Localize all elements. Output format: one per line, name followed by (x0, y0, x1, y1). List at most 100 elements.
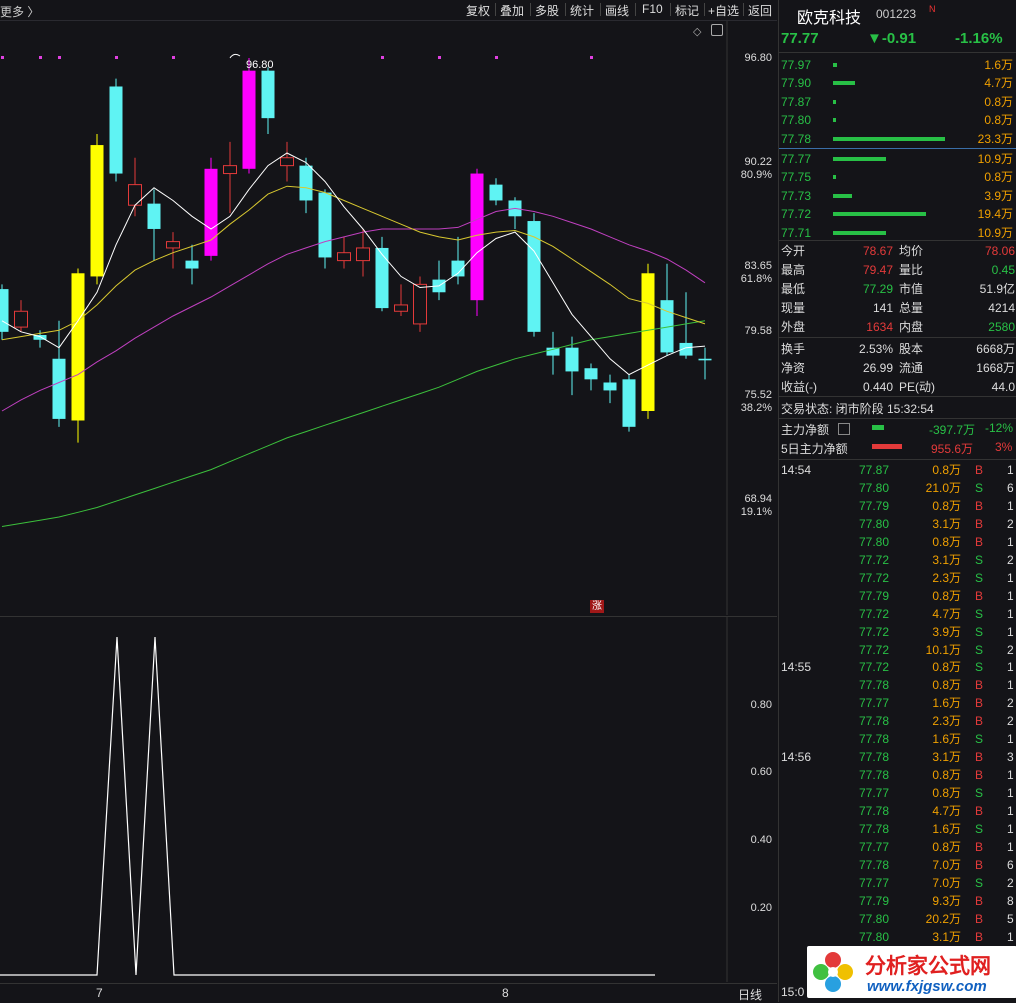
net5-value: 955.6万 (931, 442, 974, 456)
stat-label: 最高 (781, 263, 806, 277)
tick-volume: 1.6万 (932, 696, 961, 711)
bid-level[interactable]: 77.77 10.9万 (779, 150, 1016, 168)
stat-label: 收益(-) (781, 380, 817, 394)
ask-level[interactable]: 77.97 1.6万 (779, 56, 1016, 74)
candle (603, 382, 617, 391)
tick-count: 5 (1007, 911, 1014, 926)
toolbar-button-back[interactable]: 返回 (746, 2, 774, 19)
diamond-icon[interactable]: ◇ (693, 25, 701, 38)
tick-volume: 2.3万 (932, 714, 961, 729)
tick-price: 77.80 (859, 911, 890, 926)
tick-volume: 2.3万 (932, 570, 961, 585)
tick-volume: 3.1万 (932, 750, 961, 765)
tick-price: 77.77 (859, 875, 890, 890)
bid-volume-bar (833, 157, 886, 161)
divider (779, 240, 1016, 241)
toolbar-button-stats[interactable]: 统计 (568, 2, 596, 19)
tick-time: 14:54 (781, 463, 812, 477)
ask-level[interactable]: 77.78 23.3万 (779, 130, 1016, 148)
panel-toggle-icon[interactable] (711, 24, 723, 36)
tick-side: B (975, 911, 984, 926)
candlestick-chart[interactable] (0, 21, 777, 615)
ask-price: 77.87 (781, 94, 812, 109)
candle (185, 260, 199, 269)
price-label: 75.52 (744, 389, 772, 401)
bid-level[interactable]: 77.71 10.9万 (779, 224, 1016, 242)
info-icon[interactable] (838, 423, 850, 435)
period-selector[interactable]: 日线 (738, 986, 762, 1003)
stat-value: 78.67 (862, 244, 893, 258)
ask-price: 77.78 (781, 131, 812, 146)
stat-value: 1634 (866, 320, 893, 334)
tick-time: 14:55 (781, 660, 812, 675)
ma-green-line (1, 320, 706, 527)
tick-side: S (975, 822, 984, 836)
candle (52, 358, 66, 419)
stat-value: 0.440 (862, 380, 893, 394)
bid-ask-divider (779, 148, 1016, 149)
indicator-axis-label: 0.20 (750, 902, 772, 914)
bid-volume: 0.8万 (984, 170, 1013, 185)
tick-price: 77.78 (859, 678, 890, 693)
bid-volume: 3.9万 (984, 188, 1013, 203)
tick-volume: 0.8万 (932, 786, 961, 801)
candle (318, 192, 332, 258)
candle (641, 273, 655, 411)
tick-price: 77.79 (859, 498, 890, 513)
tick-count: 6 (1007, 480, 1014, 495)
bid-level[interactable]: 77.73 3.9万 (779, 187, 1016, 205)
tick-row: 77.79 0.8万 B 1 (779, 497, 1016, 515)
stat-label: 净资 (781, 361, 806, 375)
flower-icon (811, 950, 855, 994)
toolbar-button-overlay[interactable]: 叠加 (498, 2, 526, 19)
ask-volume-bar (833, 63, 837, 67)
candle (166, 241, 180, 249)
bid-volume-bar (833, 230, 886, 235)
bid-volume: 19.4万 (977, 207, 1013, 222)
tick-side: B (975, 893, 984, 908)
ask-volume: 1.6万 (984, 58, 1013, 72)
price-label: 83.65 (744, 260, 772, 272)
toolbar-button-add-watchlist[interactable]: +自选 (706, 2, 741, 19)
tick-list[interactable]: 14:54 77.87 0.8万 B 1 77.80 21.0万 S 6 77.… (779, 461, 1016, 983)
tick-side: B (975, 678, 984, 693)
tick-volume: 0.8万 (932, 588, 961, 603)
divider (779, 52, 1016, 53)
tick-side: S (975, 732, 984, 747)
candle (413, 283, 427, 325)
more-menu-button[interactable]: 更多 〉 (0, 3, 39, 20)
indicator-chart[interactable] (0, 617, 777, 982)
divider (779, 418, 1016, 419)
tick-volume: 0.8万 (932, 660, 961, 675)
bid-volume-bar (833, 193, 852, 198)
watermark-url: www.fxjgsw.com (867, 978, 987, 995)
toolbar-button-draw[interactable]: 画线 (603, 2, 631, 19)
toolbar-button-mark[interactable]: 标记 (673, 2, 701, 19)
toolbar-button-multi-stock[interactable]: 多股 (533, 2, 561, 19)
toolbar-button-fuquan[interactable]: 复权 (464, 2, 492, 19)
tick-side: B (975, 714, 984, 729)
ask-level[interactable]: 77.87 0.8万 (779, 93, 1016, 111)
ask-level[interactable]: 77.90 4.7万 (779, 74, 1016, 92)
indicator-axis-label: 0.40 (750, 834, 772, 846)
stat-label: 量比 (899, 263, 924, 277)
ask-level[interactable]: 77.80 0.8万 (779, 111, 1016, 129)
tick-price: 77.72 (859, 660, 890, 675)
candle (356, 247, 370, 262)
tick-row: 77.72 10.1万 S 2 (779, 641, 1016, 659)
tick-price: 77.87 (859, 463, 890, 477)
tick-side: S (975, 875, 984, 890)
bid-level[interactable]: 77.75 0.8万 (779, 168, 1016, 186)
toolbar-button-f10[interactable]: F10 (640, 2, 665, 16)
tick-price: 77.80 (859, 480, 890, 495)
divider (779, 459, 1016, 460)
price-label: 96.80 (744, 52, 772, 64)
toolbar-divider (565, 3, 566, 16)
ask-volume-bar (833, 118, 836, 123)
stats-row: 今开 78.67 均价 78.06 (779, 242, 1016, 260)
tick-price: 77.77 (859, 696, 890, 711)
stat-value: 6668万 (976, 342, 1015, 356)
stat-value: 79.47 (862, 263, 893, 277)
bid-level[interactable]: 77.72 19.4万 (779, 205, 1016, 223)
signal-dot (438, 56, 441, 59)
